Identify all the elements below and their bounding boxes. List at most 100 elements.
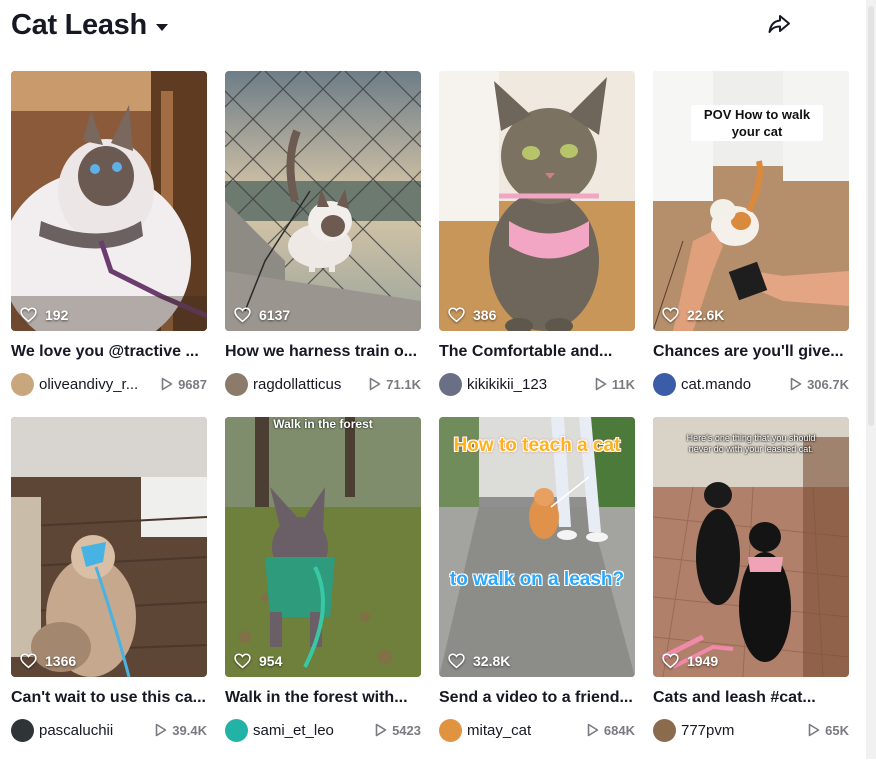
video-meta: kikikikii_123 11K xyxy=(439,372,635,396)
video-caption[interactable]: Cats and leash #cat... xyxy=(653,688,849,708)
username[interactable]: kikikikii_123 xyxy=(467,376,575,393)
avatar[interactable] xyxy=(225,718,248,742)
play-icon xyxy=(155,723,167,737)
like-count-text: 386 xyxy=(473,307,497,323)
video-card[interactable]: Here's one thing that you should never d… xyxy=(653,417,849,763)
video-overlay-text: POV How to walk your cat xyxy=(691,105,823,141)
username[interactable]: mitay_cat xyxy=(467,722,575,739)
video-overlay-text: Here's one thing that you should never d… xyxy=(686,433,816,454)
video-caption[interactable]: The Comfortable and... xyxy=(439,342,635,362)
heart-icon xyxy=(662,653,679,669)
avatar[interactable] xyxy=(225,372,248,396)
heart-icon xyxy=(662,307,679,323)
like-count: 6137 xyxy=(234,307,290,323)
video-meta: oliveandivy_r... 9687 xyxy=(11,372,207,396)
like-count: 192 xyxy=(20,307,68,323)
video-card[interactable]: 6137 How we harness train o... ragdollat… xyxy=(225,71,421,417)
video-grid: 192 We love you @tractive ... oliveandiv… xyxy=(11,71,849,763)
username[interactable]: cat.mando xyxy=(681,376,789,393)
view-count: 684K xyxy=(587,723,635,738)
video-thumbnail[interactable]: How to teach a cat to walk on a leash? 3… xyxy=(439,417,635,677)
username[interactable]: oliveandivy_r... xyxy=(39,376,147,393)
view-count-text: 5423 xyxy=(392,722,421,738)
video-thumbnail[interactable]: Walk in the forest 954 xyxy=(225,417,421,677)
video-thumbnail[interactable]: 6137 xyxy=(225,71,421,331)
video-card[interactable]: Walk in the forest 954 Walk in the fores… xyxy=(225,417,421,763)
video-card[interactable]: 386 The Comfortable and... kikikikii_123… xyxy=(439,71,635,417)
video-card[interactable]: 1366 Can't wait to use this ca... pascal… xyxy=(11,417,207,763)
like-count: 954 xyxy=(234,653,282,669)
like-count: 32.8K xyxy=(448,653,510,669)
video-caption[interactable]: Send a video to a friend... xyxy=(439,688,635,708)
like-count-text: 1949 xyxy=(687,653,719,669)
play-icon xyxy=(161,377,173,391)
video-thumbnail[interactable]: 386 xyxy=(439,71,635,331)
video-meta: ragdollatticus 71.1K xyxy=(225,372,421,396)
page-title: Cat Leash xyxy=(11,8,147,41)
view-count-text: 11K xyxy=(611,376,635,392)
share-icon[interactable] xyxy=(766,11,792,37)
avatar[interactable] xyxy=(653,718,676,742)
video-caption[interactable]: Chances are you'll give... xyxy=(653,342,849,362)
heart-icon xyxy=(448,653,465,669)
username[interactable]: sami_et_leo xyxy=(253,722,361,739)
video-caption[interactable]: Can't wait to use this ca... xyxy=(11,688,207,708)
view-count-text: 65K xyxy=(825,722,849,738)
heart-icon xyxy=(20,653,37,669)
play-icon xyxy=(790,377,802,391)
view-count: 306.7K xyxy=(790,377,849,392)
video-meta: cat.mando 306.7K xyxy=(653,372,849,396)
play-icon xyxy=(375,723,387,737)
username[interactable]: ragdollatticus xyxy=(253,376,361,393)
view-count-text: 39.4K xyxy=(172,722,207,738)
play-icon xyxy=(587,723,599,737)
video-thumbnail[interactable]: POV How to walk your cat 22.6K xyxy=(653,71,849,331)
video-meta: 777pvm 65K xyxy=(653,718,849,742)
video-meta: pascaluchii 39.4K xyxy=(11,718,207,742)
video-thumbnail[interactable]: Here's one thing that you should never d… xyxy=(653,417,849,677)
heart-icon xyxy=(20,307,37,323)
video-caption[interactable]: We love you @tractive ... xyxy=(11,342,207,362)
like-count: 1949 xyxy=(662,653,718,669)
video-thumbnail[interactable]: 192 xyxy=(11,71,207,331)
avatar[interactable] xyxy=(439,372,462,396)
heart-icon xyxy=(234,653,251,669)
video-meta: sami_et_leo 5423 xyxy=(225,718,421,742)
video-caption[interactable]: Walk in the forest with... xyxy=(225,688,421,708)
scrollbar[interactable] xyxy=(866,0,876,759)
like-count-text: 32.8K xyxy=(473,653,511,669)
like-count-text: 6137 xyxy=(259,307,291,323)
view-count-text: 9687 xyxy=(178,376,207,392)
video-overlay-text xyxy=(71,71,201,77)
chevron-down-icon[interactable] xyxy=(155,23,168,31)
cat-photo xyxy=(11,71,207,331)
username[interactable]: 777pvm xyxy=(681,722,789,739)
video-caption[interactable]: How we harness train o... xyxy=(225,342,421,362)
cat-photo xyxy=(225,71,421,331)
avatar[interactable] xyxy=(11,718,34,742)
video-overlay-text: Walk in the forest xyxy=(273,417,373,431)
video-card[interactable]: POV How to walk your cat 22.6K Chances a… xyxy=(653,71,849,417)
username[interactable]: pascaluchii xyxy=(39,722,147,739)
avatar[interactable] xyxy=(11,372,34,396)
video-overlay-text: How to teach a cat xyxy=(453,435,621,456)
view-count-text: 306.7K xyxy=(807,376,849,392)
like-count-text: 1366 xyxy=(45,653,77,669)
video-card[interactable]: How to teach a cat to walk on a leash? 3… xyxy=(439,417,635,763)
video-overlay-text: to walk on a leash? xyxy=(449,569,625,590)
like-count: 1366 xyxy=(20,653,76,669)
video-thumbnail[interactable]: 1366 xyxy=(11,417,207,677)
avatar[interactable] xyxy=(439,718,462,742)
video-card[interactable]: 192 We love you @tractive ... oliveandiv… xyxy=(11,71,207,417)
cat-photo xyxy=(439,71,635,331)
avatar[interactable] xyxy=(653,372,676,396)
play-icon xyxy=(808,723,820,737)
cat-photo xyxy=(653,417,849,677)
view-count: 9687 xyxy=(161,377,207,392)
like-count-text: 22.6K xyxy=(687,307,725,323)
like-count: 386 xyxy=(448,307,496,323)
view-count: 11K xyxy=(595,377,635,392)
video-meta: mitay_cat 684K xyxy=(439,718,635,742)
cat-photo xyxy=(225,417,421,677)
like-count-text: 192 xyxy=(45,307,69,323)
